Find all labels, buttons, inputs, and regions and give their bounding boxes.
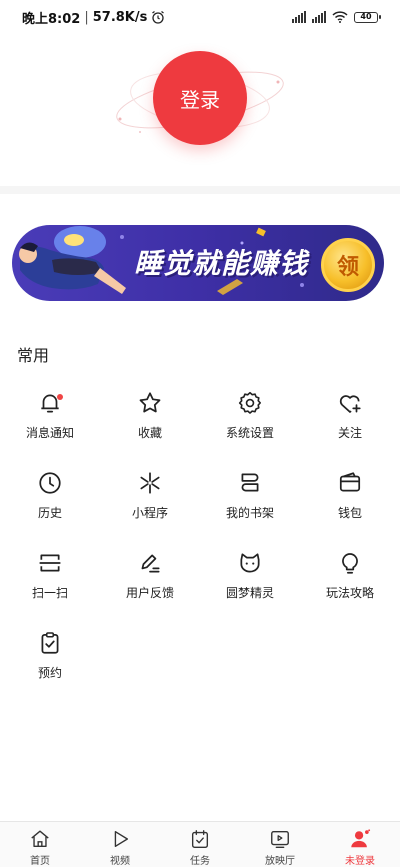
scan-icon: [39, 554, 61, 572]
grid-item-favorites[interactable]: 收藏: [100, 390, 200, 442]
home-icon: [31, 830, 49, 848]
status-speed: 57.8K/s: [92, 9, 148, 25]
grid-item-bookshelf[interactable]: 我的书架: [200, 470, 300, 522]
mini-program-icon: [140, 472, 160, 494]
grid-item-notifications[interactable]: 消息通知: [0, 390, 100, 442]
screening-room-icon: [271, 830, 289, 848]
grid-item-wallet[interactable]: 钱包: [300, 470, 400, 522]
status-right: 40: [292, 11, 381, 23]
sleeping-person-illustration: [19, 226, 126, 294]
bookshelf-icon: [241, 473, 259, 492]
tab-label: 首页: [30, 856, 50, 867]
banner-headline: 睡觉就能赚钱: [134, 247, 309, 280]
user-icon: [351, 829, 371, 848]
login-button[interactable]: 登录: [153, 51, 247, 145]
tab-label: 视频: [110, 856, 130, 867]
tab-label: 任务: [190, 856, 210, 867]
play-icon: [114, 830, 129, 848]
signal-hd-icon: [312, 11, 326, 23]
login-area: 登录: [0, 34, 400, 184]
tab-home[interactable]: 首页: [0, 822, 80, 867]
cat-face-icon: [240, 553, 260, 573]
claim-coin-icon[interactable]: 领: [321, 238, 375, 292]
common-grid: 消息通知 收藏 系统设置 关注 历史 小程序 我的书架 钱包 扫一扫 用户反馈 …: [0, 390, 400, 682]
grid-item-scan[interactable]: 扫一扫: [0, 550, 100, 602]
tab-screening-room[interactable]: 放映厅: [240, 822, 320, 867]
promo-banner[interactable]: 睡觉就能赚钱 领: [12, 212, 388, 308]
tab-tasks[interactable]: 任务: [160, 822, 240, 867]
star-icon: [139, 392, 161, 413]
grid-item-feedback[interactable]: 用户反馈: [100, 550, 200, 602]
grid-item-mini-programs[interactable]: 小程序: [100, 470, 200, 522]
tab-label: 放映厅: [265, 856, 295, 867]
alarm-icon: [152, 11, 165, 24]
bottom-tab-bar: 首页 视频 任务 放映厅 未登录: [0, 821, 400, 867]
grid-item-label: 收藏: [137, 426, 162, 440]
grid-item-follow[interactable]: 关注: [300, 390, 400, 442]
clock-icon: [39, 472, 61, 494]
bulb-icon: [342, 553, 358, 574]
feedback-pen-icon: [141, 554, 160, 573]
grid-item-label: 系统设置: [225, 426, 274, 440]
wifi-icon: [332, 11, 348, 23]
grid-item-label: 钱包: [337, 506, 362, 520]
status-left: 晚上8:02 | 57.8K/s: [22, 8, 165, 27]
grid-item-label: 关注: [337, 426, 362, 440]
grid-item-label: 历史: [37, 506, 62, 520]
grid-item-guide[interactable]: 玩法攻略: [300, 550, 400, 602]
grid-item-label: 小程序: [131, 506, 168, 520]
grid-item-label: 我的书架: [225, 506, 274, 520]
signal-icon: [292, 11, 306, 23]
wallet-icon: [339, 472, 361, 492]
grid-item-dream-sprite[interactable]: 圆梦精灵: [200, 550, 300, 602]
status-bar: 晚上8:02 | 57.8K/s 40: [0, 0, 400, 34]
grid-item-settings[interactable]: 系统设置: [200, 390, 300, 442]
clipboard-check-icon: [41, 632, 59, 654]
grid-item-label: 消息通知: [25, 426, 74, 440]
task-calendar-icon: [191, 830, 209, 848]
grid-item-reservation[interactable]: 预约: [0, 630, 100, 682]
gear-icon: [238, 391, 261, 414]
status-time: 晚上8:02: [22, 11, 81, 27]
grid-item-label: 预约: [37, 666, 62, 680]
grid-item-history[interactable]: 历史: [0, 470, 100, 522]
grid-item-label: 用户反馈: [125, 586, 174, 600]
common-section-title: 常用: [17, 346, 50, 365]
status-separator: |: [84, 9, 89, 25]
grid-item-label: 扫一扫: [31, 586, 68, 600]
tab-profile[interactable]: 未登录: [320, 822, 400, 867]
tab-video[interactable]: 视频: [80, 822, 160, 867]
battery-icon: 40: [354, 11, 381, 23]
section-divider: [0, 186, 400, 194]
grid-item-label: 玩法攻略: [325, 586, 374, 600]
heart-plus-icon: [339, 395, 361, 413]
tab-label: 未登录: [345, 856, 375, 867]
notification-badge: [57, 394, 63, 400]
grid-item-label: 圆梦精灵: [225, 586, 274, 600]
